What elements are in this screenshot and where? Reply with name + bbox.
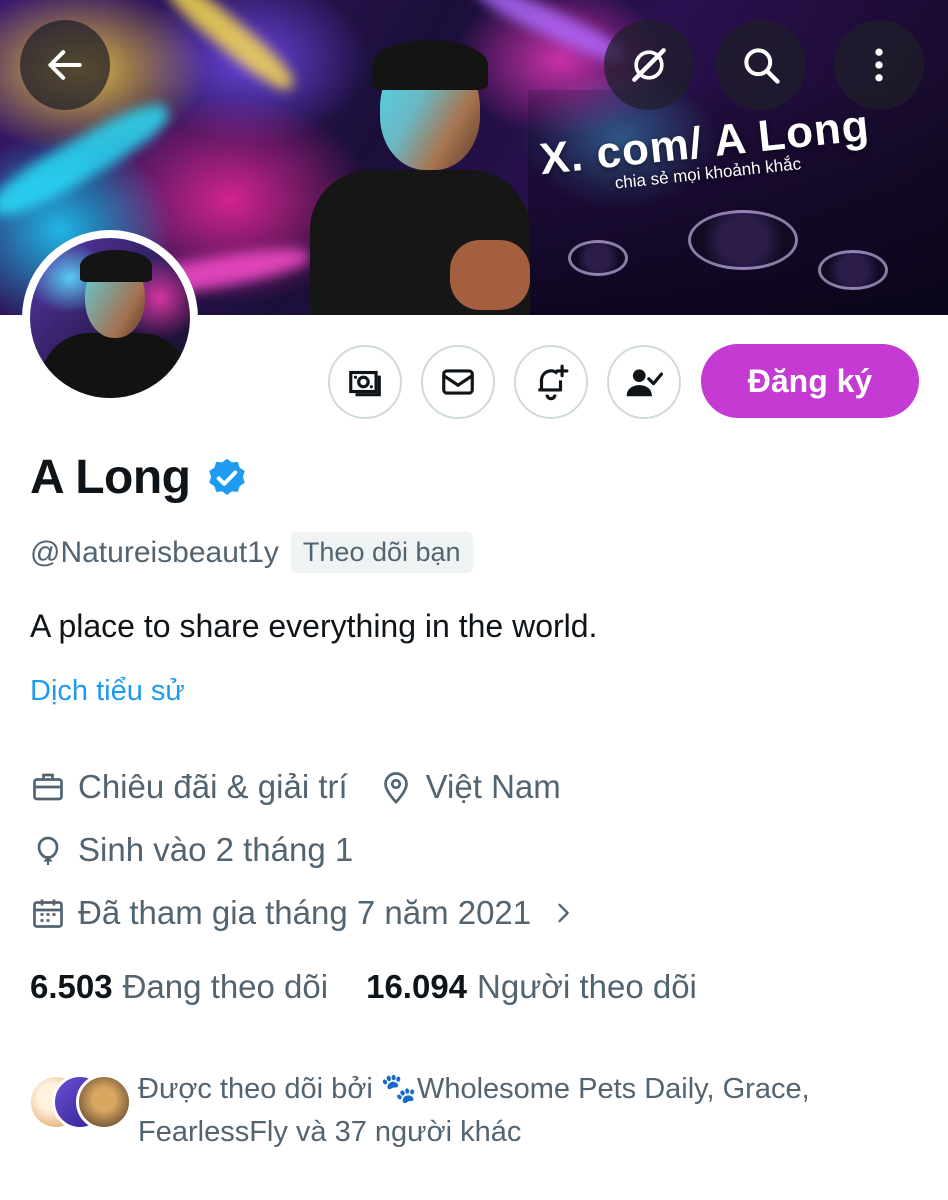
- following-stat[interactable]: 6.503 Đang theo dõi: [30, 968, 328, 1006]
- meta-row-joined[interactable]: Đã tham gia tháng 7 năm 2021: [30, 894, 619, 932]
- followers-stat[interactable]: 16.094 Người theo dõi: [366, 968, 697, 1006]
- translate-bio-link[interactable]: Dịch tiểu sử: [30, 675, 185, 708]
- followers-count: 16.094: [366, 968, 468, 1005]
- profile-category: Chiêu đãi & giải trí: [30, 768, 348, 806]
- following-count: 6.503: [30, 968, 113, 1005]
- follows-you-badge: Theo dõi bạn: [290, 532, 473, 573]
- back-arrow-icon: [48, 50, 82, 80]
- user-check-icon: [626, 369, 663, 397]
- profile-joined[interactable]: Đã tham gia tháng 7 năm 2021: [30, 894, 589, 932]
- more-button[interactable]: [834, 20, 924, 110]
- briefcase-icon: [33, 773, 63, 801]
- calendar-icon: [33, 899, 63, 928]
- back-button[interactable]: [20, 20, 110, 110]
- money-icon: [349, 370, 381, 397]
- followers-label: Người theo dõi: [477, 968, 697, 1005]
- banner-person: [300, 40, 540, 315]
- location-pin-icon: [383, 772, 408, 804]
- following-button[interactable]: [607, 345, 681, 419]
- envelope-icon: [442, 369, 474, 395]
- more-vertical-icon: [875, 48, 883, 82]
- followers-you-know-avatars: [28, 1074, 138, 1134]
- subscribe-button[interactable]: Đăng ký: [701, 344, 919, 418]
- profile-birthday: Sinh vào 2 tháng 1: [30, 831, 353, 869]
- name-row: A Long: [30, 450, 249, 505]
- grok-icon: [632, 48, 666, 82]
- followed-by-text: Được theo dõi bởi 🐾Wholesome Pets Daily,…: [138, 1073, 810, 1148]
- bell-plus-icon: [538, 364, 569, 401]
- tip-button[interactable]: [328, 345, 402, 419]
- profile-avatar[interactable]: [22, 230, 198, 406]
- chevron-right-icon: [558, 903, 569, 923]
- follow-stats: 6.503 Đang theo dõi 16.094 Người theo dõ…: [30, 968, 735, 1006]
- meta-row-birthday: Sinh vào 2 tháng 1: [30, 831, 383, 869]
- category-text: Chiêu đãi & giải trí: [78, 768, 348, 805]
- notify-button[interactable]: [514, 345, 588, 419]
- profile-handle: @Natureisbeaut1y: [30, 535, 279, 569]
- message-button[interactable]: [421, 345, 495, 419]
- birthday-text: Sinh vào 2 tháng 1: [78, 831, 354, 868]
- joined-text: Đã tham gia tháng 7 năm 2021: [78, 894, 532, 931]
- meta-row-category-location: Chiêu đãi & giải trí Việt Nam: [30, 768, 591, 806]
- profile-location: Việt Nam: [378, 768, 561, 806]
- search-button[interactable]: [716, 20, 806, 110]
- search-icon: [744, 48, 780, 84]
- profile-name: A Long: [30, 451, 191, 504]
- mini-avatar: [76, 1074, 132, 1130]
- verified-badge-icon[interactable]: [205, 456, 249, 500]
- handle-row: @Natureisbeaut1y Theo dõi bạn: [30, 532, 473, 573]
- grok-button[interactable]: [604, 20, 694, 110]
- following-label: Đang theo dõi: [122, 968, 329, 1005]
- profile-bio: A place to share everything in the world…: [30, 608, 598, 644]
- balloon-icon: [37, 836, 59, 865]
- location-text: Việt Nam: [425, 768, 561, 805]
- followed-by[interactable]: Được theo dõi bởi 🐾Wholesome Pets Daily,…: [28, 1068, 908, 1154]
